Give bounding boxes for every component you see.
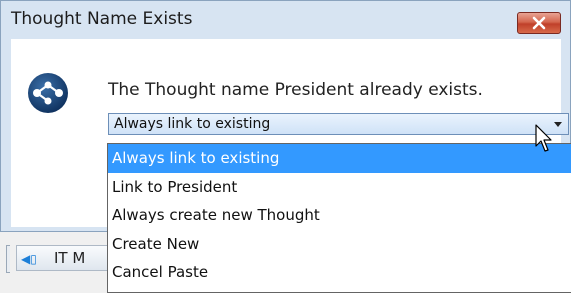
title-bar: Thought Name Exists bbox=[1, 1, 570, 39]
option-always-create-new-thought[interactable]: Always create new Thought bbox=[108, 201, 571, 230]
close-icon bbox=[532, 16, 546, 30]
option-create-new[interactable]: Create New bbox=[108, 230, 571, 259]
back-arrow-icon[interactable]: ◀▯ bbox=[21, 252, 37, 266]
option-link-to-president[interactable]: Link to President bbox=[108, 173, 571, 202]
thought-link-icon bbox=[28, 73, 68, 113]
dialog-title: Thought Name Exists bbox=[11, 9, 193, 29]
background-tab-edge bbox=[6, 245, 10, 273]
chevron-down-icon[interactable] bbox=[554, 122, 562, 127]
action-combo-box[interactable]: Always link to existing bbox=[108, 113, 569, 135]
option-cancel-paste[interactable]: Cancel Paste bbox=[108, 258, 571, 287]
option-always-link-to-existing[interactable]: Always link to existing bbox=[108, 144, 571, 173]
dialog-message: The Thought name President already exist… bbox=[108, 80, 483, 100]
combo-selected-value: Always link to existing bbox=[114, 116, 271, 132]
mouse-pointer-icon bbox=[535, 124, 552, 152]
combo-dropdown-list: Always link to existing Link to Presiden… bbox=[107, 143, 571, 293]
close-button[interactable] bbox=[517, 12, 561, 34]
background-tab-label: IT M bbox=[54, 249, 86, 267]
